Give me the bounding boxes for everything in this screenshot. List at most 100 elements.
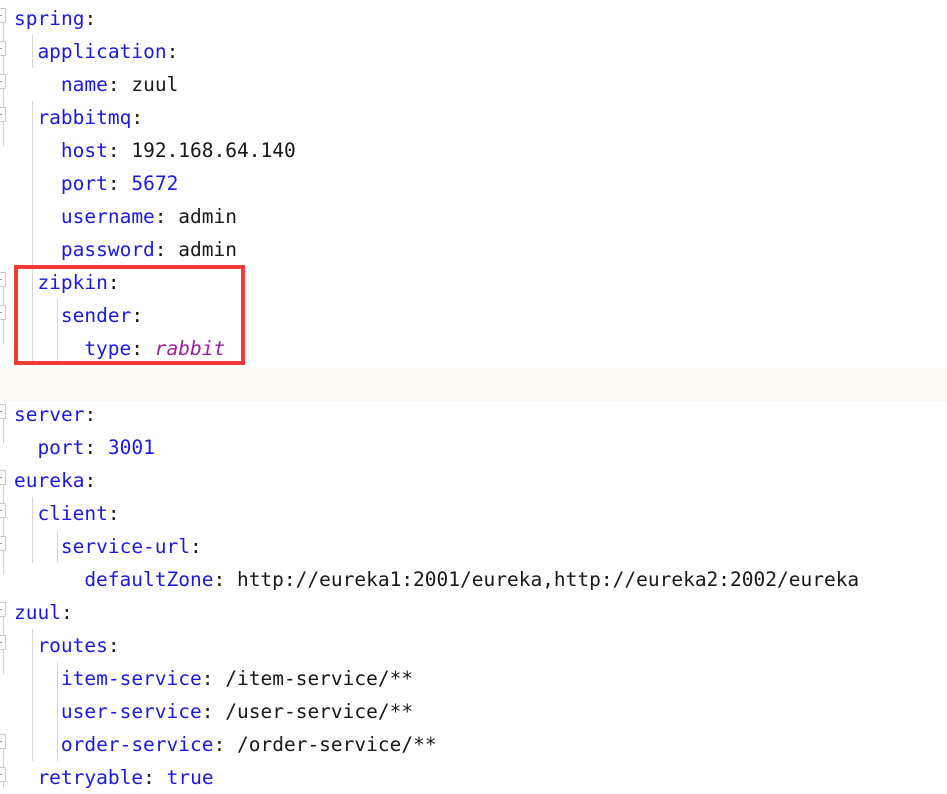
yaml-colon: : [84,403,97,426]
yaml-value: admin [178,238,237,261]
yaml-space [120,73,132,96]
yaml-key: port [60,172,108,195]
code-line[interactable]: service-url: [61,530,202,563]
yaml-colon: : [201,700,214,723]
yaml-key: sender [60,304,132,327]
code-content[interactable]: spring: application: name: zuul rabbitmq: ho… [0,0,947,789]
fold-region-line [3,782,4,789]
fold-client-icon[interactable] [0,503,6,518]
yaml-colon: : [143,766,155,789]
yaml-key: type [84,337,132,360]
code-line[interactable]: spring: [14,2,96,35]
yaml-key: application [37,40,167,63]
code-line[interactable]: server: [14,398,96,431]
yaml-key: retryable [37,766,144,789]
code-line[interactable]: username: admin [61,200,237,233]
yaml-value: /order-service/** [237,733,437,756]
yaml-colon: : [107,73,120,96]
yaml-colon: : [107,139,120,162]
code-editor-pane[interactable]: spring: application: name: zuul rabbitmq: ho… [0,0,947,789]
yaml-key: item-service [60,667,202,690]
yaml-value: rabbit [154,337,226,360]
fold-application-icon[interactable] [0,41,6,56]
code-line[interactable]: password: admin [61,233,237,266]
yaml-key: service-url [60,535,191,558]
yaml-colon: : [107,502,120,525]
yaml-space [167,205,179,228]
yaml-space [167,238,179,261]
fold-service-url-icon[interactable] [0,536,6,551]
yaml-key: port [37,436,85,459]
code-line[interactable]: item-service: /item-service/** [61,662,413,695]
yaml-colon: : [131,304,144,327]
code-line[interactable]: zipkin: [37,266,119,299]
fold-retryable-icon[interactable] [0,767,6,782]
yaml-value: true [166,766,214,789]
fold-sender-icon[interactable] [0,305,6,320]
yaml-key: client [37,502,108,525]
code-line[interactable]: retryable: true [37,761,213,794]
yaml-colon: : [131,337,144,360]
code-line[interactable]: port: 3001 [37,431,154,464]
yaml-key: routes [37,634,108,657]
code-line[interactable]: rabbitmq: [37,101,143,134]
yaml-colon: : [213,568,226,591]
yaml-colon: : [107,172,120,195]
yaml-key: eureka [14,469,85,492]
yaml-colon: : [60,601,73,624]
code-line[interactable]: application: [37,35,178,68]
fold-order-service-icon[interactable] [0,734,6,749]
code-line[interactable]: defaultZone: http://eureka1:2001/eureka,… [84,563,859,596]
fold-region-line [3,650,4,674]
code-fold-gutter[interactable] [0,0,14,789]
fold-region-line [3,551,4,575]
fold-routes-icon[interactable] [0,635,6,650]
yaml-key: defaultZone [84,568,214,591]
yaml-key: rabbitmq [37,106,132,129]
fold-spring-icon[interactable] [0,8,6,23]
code-line[interactable]: zuul: [14,596,73,629]
code-line[interactable]: client: [37,497,119,530]
yaml-space [214,667,226,690]
yaml-colon: : [213,733,226,756]
fold-rabbitmq-icon[interactable] [0,107,6,122]
code-line[interactable]: host: 192.168.64.140 [61,134,296,167]
yaml-value: admin [178,205,237,228]
yaml-value: 192.168.64.140 [131,139,296,162]
yaml-space [155,766,167,789]
yaml-space [225,568,237,591]
code-line[interactable]: routes: [37,629,119,662]
fold-eureka-icon[interactable] [0,470,6,485]
yaml-colon: : [107,634,120,657]
yaml-key: host [60,139,108,162]
fold-region-line [3,320,4,344]
code-line[interactable]: sender: [61,299,143,332]
yaml-key: password [60,238,155,261]
yaml-colon: : [84,469,97,492]
yaml-space [225,733,237,756]
yaml-value: /item-service/** [225,667,414,690]
code-line[interactable]: eureka: [14,464,96,497]
fold-region-line [3,419,4,443]
yaml-space [214,700,226,723]
yaml-value: 5672 [131,172,179,195]
yaml-key: user-service [60,700,202,723]
fold-zuul-icon[interactable] [0,602,6,617]
fold-zipkin-icon[interactable] [0,272,6,287]
code-line[interactable]: user-service: /user-service/** [61,695,413,728]
code-line[interactable]: port: 5672 [61,167,178,200]
yaml-value: zuul [131,73,179,96]
yaml-colon: : [84,436,97,459]
yaml-colon: : [107,271,120,294]
code-line[interactable]: name: zuul [61,68,178,101]
fold-server-icon[interactable] [0,404,6,419]
yaml-key: username [60,205,155,228]
yaml-colon: : [166,40,179,63]
code-line[interactable]: order-service: /order-service/** [61,728,437,761]
fold-name-icon[interactable] [0,74,6,89]
yaml-colon: : [131,106,144,129]
code-line[interactable]: type: rabbit [84,332,225,365]
yaml-space [143,337,155,360]
yaml-value: /user-service/** [225,700,414,723]
yaml-colon: : [201,667,214,690]
